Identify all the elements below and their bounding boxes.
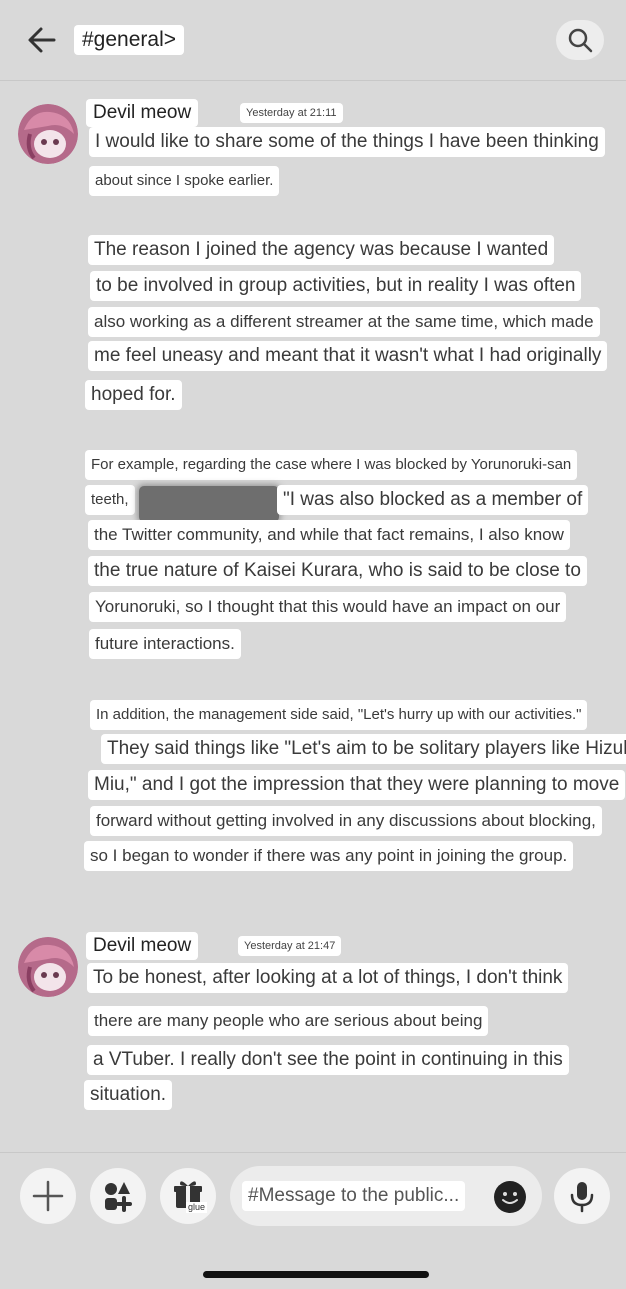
message-line: the true nature of Kaisei Kurara, who is…: [88, 556, 587, 586]
message-line: a VTuber. I really don't see the point i…: [87, 1045, 569, 1075]
microphone-icon: [570, 1182, 594, 1213]
message-line: I would like to share some of the things…: [89, 127, 605, 157]
message-placeholder: #Message to the public...: [242, 1181, 466, 1211]
message-line: For example, regarding the case where I …: [85, 450, 578, 480]
message-line: situation.: [84, 1080, 173, 1110]
message-line: future interactions.: [89, 629, 241, 659]
message-line: to be involved in group activities, but …: [90, 271, 582, 301]
search-icon: [568, 28, 593, 53]
message-line: "I was also blocked as a member of: [277, 485, 589, 515]
redacted-block: [139, 486, 279, 522]
message-line: Miu," and I got the impression that they…: [88, 770, 626, 800]
channel-title[interactable]: #general>: [74, 25, 184, 55]
emoji-button[interactable]: [494, 1181, 526, 1213]
message-line: teeth,: [85, 485, 135, 515]
gift-icon: [174, 1181, 202, 1208]
gift-tag: glue: [186, 1202, 208, 1213]
home-indicator[interactable]: [203, 1271, 429, 1278]
plus-icon: [32, 1180, 64, 1212]
back-button[interactable]: [24, 22, 60, 58]
username[interactable]: Devil meow: [86, 99, 199, 127]
message-line: They said things like "Let's aim to be s…: [101, 734, 626, 764]
message-line: me feel uneasy and meant that it wasn't …: [88, 341, 608, 371]
avatar[interactable]: [18, 937, 78, 997]
message-line: To be honest, after looking at a lot of …: [87, 963, 569, 993]
add-button[interactable]: [20, 1168, 76, 1224]
voice-button[interactable]: [554, 1168, 610, 1224]
message-line: about since I spoke earlier.: [89, 166, 280, 196]
apps-button[interactable]: [90, 1168, 146, 1224]
gift-button[interactable]: glue: [160, 1168, 216, 1224]
apps-icon: [105, 1182, 132, 1212]
message-line: the Twitter community, and while that fa…: [88, 520, 570, 550]
timestamp: Yesterday at 21:11: [240, 103, 343, 123]
arrow-left-icon: [28, 27, 56, 53]
timestamp: Yesterday at 21:47: [238, 936, 342, 956]
message-line: In addition, the management side said, "…: [90, 700, 588, 730]
message-line: also working as a different streamer at …: [88, 307, 600, 337]
message-line: forward without getting involved in any …: [90, 806, 602, 836]
message-input[interactable]: #Message to the public...: [230, 1166, 542, 1226]
search-button[interactable]: [556, 20, 604, 60]
emoji-icon: [502, 1192, 518, 1204]
avatar[interactable]: [18, 104, 78, 164]
message-line: there are many people who are serious ab…: [88, 1006, 489, 1036]
message-line: Yorunoruki, so I thought that this would…: [89, 592, 567, 622]
username[interactable]: Devil meow: [86, 932, 199, 960]
message-line: so I began to wonder if there was any po…: [84, 841, 574, 871]
message-line: hoped for.: [85, 380, 182, 410]
channel-header: #general>: [0, 0, 626, 81]
message-line: The reason I joined the agency was becau…: [88, 235, 555, 265]
